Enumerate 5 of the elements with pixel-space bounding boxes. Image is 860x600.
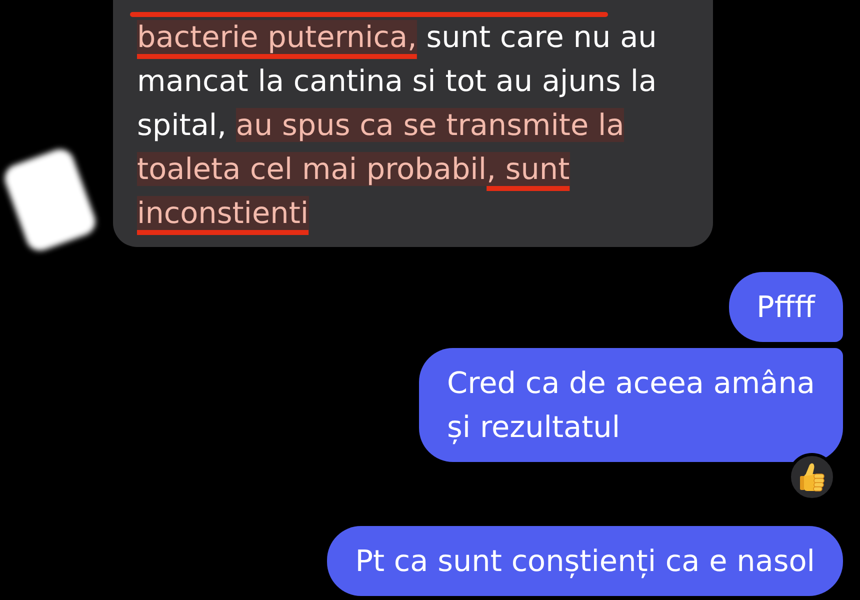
- message-text: Pffff: [756, 289, 815, 326]
- message-text: bacterie puternica, sunt care nu au mancat la cantina si tot au ajuns la spital, au spus ca se transmite la toaleta cel mai probabil, sunt inconstienti: [137, 19, 658, 232]
- message-text: Pt ca sunt conștienți ca e nasol: [355, 543, 815, 580]
- thumbs-up-icon[interactable]: [788, 453, 836, 501]
- message-text: Cred ca de aceea amâna și rezultatul: [447, 365, 815, 446]
